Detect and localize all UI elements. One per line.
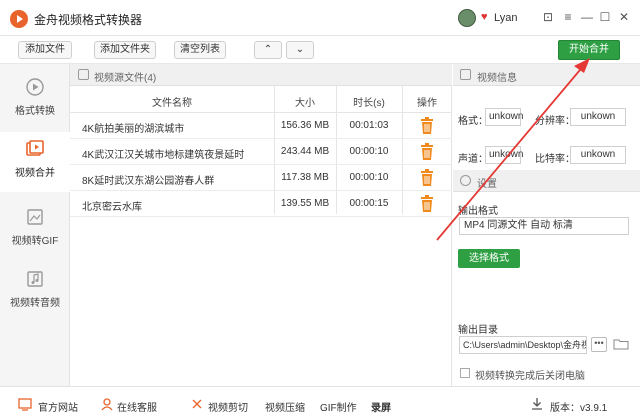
open-folder-icon[interactable] [613, 338, 629, 350]
sidebar-item-label: 视频转音频 [10, 298, 60, 309]
select-format-button[interactable]: 选择格式 [458, 249, 520, 268]
table-row[interactable]: 8K延时武汉东湖公园游春人群 117.38 MB 00:00:10 [70, 165, 452, 191]
music-icon [27, 271, 43, 287]
format-value: unkown [485, 108, 523, 126]
app-logo-icon [10, 10, 28, 28]
skin-button[interactable]: ⊡ [540, 9, 556, 25]
settings-header: 设置 [453, 170, 640, 192]
clear-list-button[interactable]: 清空列表 [174, 41, 226, 59]
support-icon [101, 398, 113, 411]
sidebar-item-video-gif[interactable]: 视频转GIF [0, 200, 70, 260]
file-name: 8K延时武汉东湖公园游春人群 [82, 176, 215, 187]
settings-gear-icon [460, 175, 471, 186]
file-name: 北京密云水库 [82, 202, 142, 213]
menu-button[interactable]: ≡ [560, 9, 576, 25]
browse-dir-button[interactable]: ••• [591, 337, 607, 352]
video-info-header: 视频信息 [453, 64, 640, 86]
maximize-button[interactable]: ☐ [597, 9, 613, 25]
file-duration: 00:00:15 [349, 198, 389, 209]
sidebar-item-label: 格式转换 [15, 106, 55, 117]
add-folder-button[interactable]: 添加文件夹 [94, 41, 156, 59]
website-icon [18, 398, 32, 411]
file-size: 139.55 MB [280, 198, 330, 209]
column-header-name: 文件名称 [152, 98, 192, 109]
move-down-button[interactable]: ⌄ [286, 41, 314, 59]
file-name: 4K航拍美丽的湖滨城市 [82, 124, 185, 135]
sidebar: 格式转换 视频合并 视频转GIF 视频转音频 [0, 64, 70, 386]
column-header-size: 大小 [295, 98, 315, 109]
start-merge-button[interactable]: 开始合并 [558, 40, 620, 60]
file-size: 156.36 MB [280, 120, 330, 131]
file-size: 117.38 MB [281, 172, 329, 183]
info-icon [460, 69, 471, 80]
file-duration: 00:00:10 [349, 146, 389, 157]
video-cut-link[interactable]: 视频剪切 [208, 399, 248, 414]
app-title: 金舟视频格式转换器 [34, 13, 143, 27]
version-label: 版本：v3.9.1 [550, 403, 608, 414]
delete-icon[interactable] [419, 117, 435, 135]
right-panel: 视频信息 格式： unkown 分辨率： unkown 声道： unkown 比… [453, 64, 640, 386]
resolution-label: 分辨率： [535, 116, 575, 127]
shutdown-label: 视频转换完成后关闭电脑 [475, 371, 585, 382]
output-dir-field[interactable]: C:\Users\admin\Desktop\金舟视 [459, 336, 587, 354]
output-format-field: MP4 同源文件 自动 标清 [459, 217, 629, 235]
sidebar-item-label: 视频合并 [15, 168, 55, 179]
output-dir-label: 输出目录 [458, 325, 498, 336]
merge-icon [26, 140, 44, 156]
output-format-label: 输出格式 [458, 206, 498, 217]
resolution-value: unkown [570, 108, 626, 126]
file-size: 243.44 MB [280, 146, 330, 157]
add-file-button[interactable]: 添加文件 [18, 41, 72, 59]
sidebar-item-format-convert[interactable]: 格式转换 [0, 70, 70, 130]
file-duration: 00:00:10 [349, 172, 389, 183]
table-row[interactable]: 4K航拍美丽的湖滨城市 156.36 MB 00:01:03 [70, 113, 452, 139]
delete-icon[interactable] [419, 143, 435, 161]
gif-icon [27, 209, 43, 225]
files-panel-header: 视频源文件(4) [70, 64, 452, 86]
delete-icon[interactable] [419, 169, 435, 187]
table-row[interactable]: 4K武汉江汉关城市地标建筑夜景延时 243.44 MB 00:00:10 [70, 139, 452, 165]
video-info-label: 视频信息 [477, 73, 517, 84]
column-header-action: 操作 [417, 98, 437, 109]
official-website-link[interactable]: 官方网站 [38, 399, 78, 414]
file-name: 4K武汉江汉关城市地标建筑夜景延时 [82, 150, 245, 161]
move-up-button[interactable]: ⌃ [254, 41, 282, 59]
minimize-button[interactable]: — [579, 9, 595, 25]
video-compress-link[interactable]: 视频压缩 [265, 399, 305, 414]
sidebar-item-video-merge[interactable]: 视频合并 [0, 132, 70, 192]
footer: 官方网站 在线客服 视频剪切 视频压缩 GIF制作 录屏 版本：v3.9.1 [0, 386, 640, 420]
sidebar-item-label: 视频转GIF [11, 236, 59, 247]
file-list-icon [78, 69, 89, 80]
user-avatar[interactable] [458, 9, 476, 27]
user-name[interactable]: Lyan [494, 12, 517, 24]
title-bar: 金舟视频格式转换器 ♥ Lyan ⊡ ≡ — ☐ ✕ [0, 0, 640, 36]
settings-label: 设置 [477, 179, 497, 190]
download-icon[interactable] [530, 397, 544, 411]
shutdown-checkbox[interactable] [460, 368, 470, 378]
column-header-duration: 时长(s) [353, 98, 385, 109]
online-support-link[interactable]: 在线客服 [117, 399, 157, 414]
channel-value: unkown [485, 146, 523, 164]
table-row[interactable]: 北京密云水库 139.55 MB 00:00:15 [70, 191, 452, 217]
toolbar: 添加文件 添加文件夹 清空列表 ⌃ ⌄ [0, 36, 640, 64]
sidebar-item-video-audio[interactable]: 视频转音频 [0, 262, 70, 322]
play-circle-icon [26, 78, 44, 96]
files-panel: 视频源文件(4) 文件名称 大小 时长(s) 操作 4K航拍美丽的湖滨城市 15… [70, 64, 452, 386]
screen-record-link[interactable]: 录屏 [371, 399, 391, 414]
bitrate-label: 比特率： [535, 154, 575, 165]
files-header-label: 视频源文件(4) [94, 73, 157, 84]
close-button[interactable]: ✕ [616, 9, 632, 25]
channel-label: 声道： [458, 154, 488, 165]
format-label: 格式： [458, 116, 488, 127]
vip-heart-icon: ♥ [481, 11, 488, 23]
gif-make-link[interactable]: GIF制作 [320, 399, 357, 414]
bitrate-value: unkown [570, 146, 626, 164]
file-duration: 00:01:03 [349, 120, 389, 131]
video-cut-icon [192, 399, 202, 409]
delete-icon[interactable] [419, 195, 435, 213]
